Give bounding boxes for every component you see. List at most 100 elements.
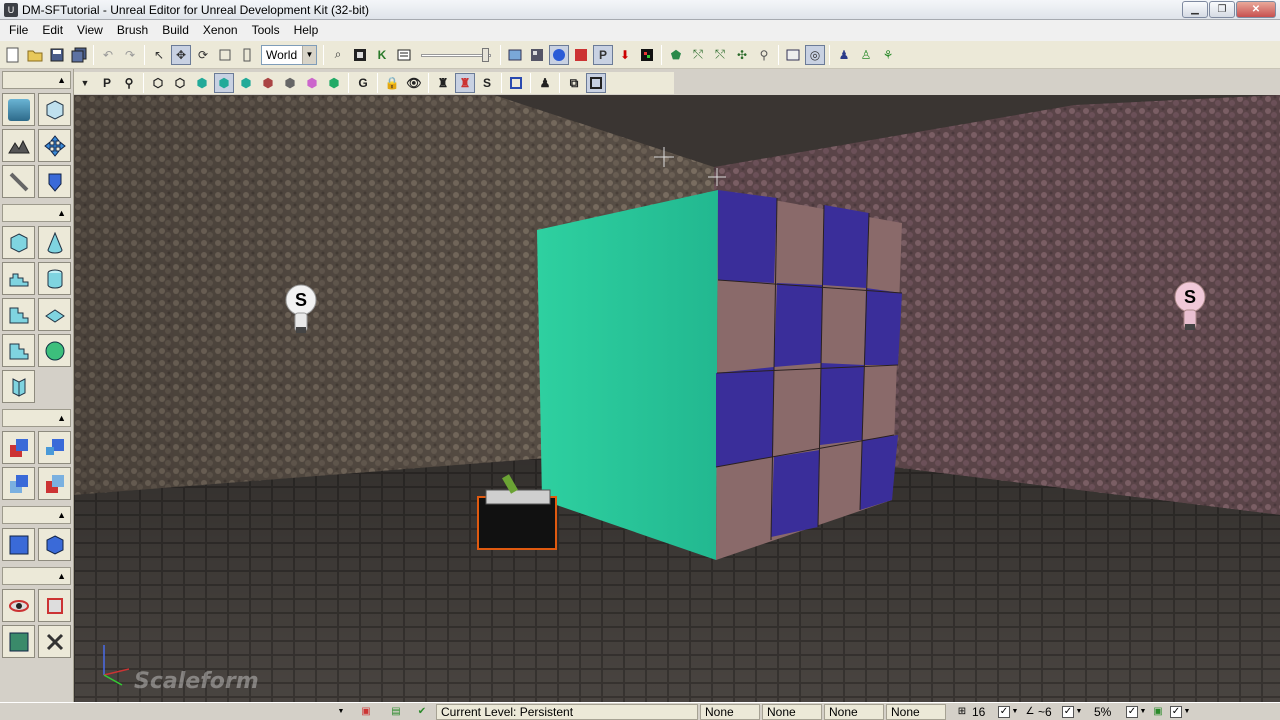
menu-tools[interactable]: Tools [245, 20, 287, 41]
user-icon[interactable]: ♟ [834, 45, 854, 65]
show-selected-tool[interactable] [2, 589, 35, 622]
hide-selected-tool[interactable] [38, 589, 71, 622]
sphere-brush-tool[interactable] [38, 334, 71, 367]
brush-wireframe-icon[interactable]: ⬡ [148, 73, 168, 93]
lightmap-density-icon[interactable]: ⬢ [324, 73, 344, 93]
chevron-down-icon[interactable]: ▼ [1138, 706, 1148, 718]
cinematic-icon[interactable]: ♜ [433, 73, 453, 93]
copy-view-icon[interactable]: ⧉ [564, 73, 584, 93]
csg-subtract-tool[interactable] [38, 431, 71, 464]
menu-build[interactable]: Build [155, 20, 196, 41]
game-view-icon[interactable]: ⚲ [119, 73, 139, 93]
collapse-icon[interactable]: ▲ [57, 413, 66, 423]
light-complexity-icon[interactable]: ⬢ [258, 73, 278, 93]
actor-properties-icon[interactable]: ⚘ [878, 45, 898, 65]
menu-file[interactable]: File [2, 20, 35, 41]
show-all-tool[interactable] [38, 625, 71, 658]
p-icon[interactable]: P [593, 44, 613, 65]
linear-stair-brush-tool[interactable] [2, 298, 35, 331]
k-icon[interactable]: K [372, 45, 392, 65]
add-actor-icon[interactable]: ♙ [856, 45, 876, 65]
collapse-icon[interactable]: ▲ [57, 571, 66, 581]
select-mode-icon[interactable]: ↖ [149, 45, 169, 65]
lighting-only-icon[interactable]: ⬢ [236, 73, 256, 93]
menu-help[interactable]: Help [287, 20, 326, 41]
camera-speed-icon[interactable]: ◎ [805, 44, 825, 65]
spiral-stair-brush-tool[interactable] [2, 334, 35, 367]
path-icon-3[interactable]: ✣ [732, 45, 752, 65]
curved-stair-brush-tool[interactable] [2, 262, 35, 295]
browser-icon[interactable] [505, 45, 525, 65]
viewport-options-dropdown[interactable]: ▼ [75, 73, 95, 93]
close-button[interactable]: ✕ [1236, 1, 1276, 18]
scale-snap-checkbox[interactable]: ✓ [1126, 705, 1138, 718]
rotation-snap-checkbox[interactable]: ✓ [1062, 705, 1074, 718]
path-icon-1[interactable]: ⤲ [688, 45, 708, 65]
texture-density-icon[interactable]: ⬢ [280, 73, 300, 93]
shader-complexity-icon[interactable]: ⬢ [302, 73, 322, 93]
new-icon[interactable] [3, 45, 23, 65]
binoculars-icon[interactable]: ⌕ [328, 45, 348, 65]
undo-icon[interactable]: ↶ [98, 45, 118, 65]
save-all-icon[interactable] [69, 45, 89, 65]
grid-snap-checkbox[interactable]: ✓ [998, 705, 1010, 718]
sheet-brush-tool[interactable] [38, 298, 71, 331]
kismet-icon[interactable] [350, 45, 370, 65]
play-in-editor-icon[interactable]: ⬇ [615, 45, 635, 65]
menu-edit[interactable]: Edit [35, 20, 70, 41]
matinee-icon[interactable] [394, 45, 414, 65]
chevron-down-icon[interactable]: ▼ [302, 45, 316, 64]
square-view-icon[interactable] [506, 73, 526, 93]
csg-section-header[interactable]: ▲ [2, 409, 71, 427]
perspective-toggle[interactable]: P [97, 73, 117, 93]
move-tool[interactable] [38, 129, 71, 162]
chevron-down-icon[interactable]: ▼ [336, 706, 346, 718]
terrain-mode-tool[interactable] [2, 129, 35, 162]
lock-icon[interactable]: 🔒 [382, 73, 402, 93]
collapse-icon[interactable]: ▲ [57, 510, 66, 520]
scale-nonuniform-icon[interactable] [237, 45, 257, 65]
unlit-icon[interactable]: ⬢ [192, 73, 212, 93]
chevron-down-icon[interactable]: ▼ [1074, 706, 1084, 718]
level-icon[interactable]: ▣ [358, 705, 374, 719]
perspective-viewport[interactable]: S S Scaleform [74, 95, 1280, 702]
autosave-checkbox[interactable]: ✓ [1170, 705, 1182, 718]
cylinder-brush-tool[interactable] [38, 262, 71, 295]
path-icon-4[interactable]: ⚲ [754, 45, 774, 65]
chevron-down-icon[interactable]: ▼ [1182, 706, 1192, 718]
csg-intersect-tool[interactable] [2, 467, 35, 500]
coordinate-system-select[interactable]: World ▼ [261, 44, 317, 65]
open-icon[interactable] [25, 45, 45, 65]
menu-view[interactable]: View [70, 20, 110, 41]
streaming-icon[interactable]: ♜ [455, 73, 475, 93]
chevron-down-icon[interactable]: ▼ [1010, 706, 1020, 718]
sound-toggle[interactable]: S [477, 73, 497, 93]
game-mode-toggle[interactable]: G [353, 73, 373, 93]
volumetric-brush-tool[interactable] [2, 370, 35, 403]
csg-add-tool[interactable] [2, 431, 35, 464]
autosave-icon[interactable]: ▣ [1150, 705, 1166, 719]
level-green-icon[interactable]: ▤ [388, 705, 404, 719]
collapse-icon[interactable]: ▲ [57, 208, 66, 218]
build-lighting-icon[interactable] [571, 45, 591, 65]
cube-front-face[interactable] [537, 190, 718, 560]
invert-selection-tool[interactable] [2, 625, 35, 658]
rotate-mode-icon[interactable]: ⟳ [193, 45, 213, 65]
mesh-paint-tool[interactable] [38, 165, 71, 198]
cone-brush-tool[interactable] [38, 226, 71, 259]
menu-xenon[interactable]: Xenon [196, 20, 245, 41]
cube-brush-tool[interactable] [2, 226, 35, 259]
minimize-button[interactable]: ▁ [1182, 1, 1208, 18]
fullscreen-icon[interactable] [586, 73, 606, 93]
redo-icon[interactable]: ↷ [120, 45, 140, 65]
lit-icon[interactable]: ⬢ [214, 73, 234, 93]
texture-align-tool[interactable] [2, 165, 35, 198]
collapse-icon[interactable]: ▲ [57, 75, 66, 85]
cube-checker-face[interactable] [715, 190, 903, 560]
csg-deintersect-tool[interactable] [38, 467, 71, 500]
path-icon-2[interactable]: ⤲ [710, 45, 730, 65]
wireframe-icon[interactable]: ⬡ [170, 73, 190, 93]
volume-slider[interactable] [421, 47, 491, 63]
level-check-icon[interactable]: ✔ [414, 705, 430, 719]
maximize-viewport-icon[interactable] [783, 45, 803, 65]
